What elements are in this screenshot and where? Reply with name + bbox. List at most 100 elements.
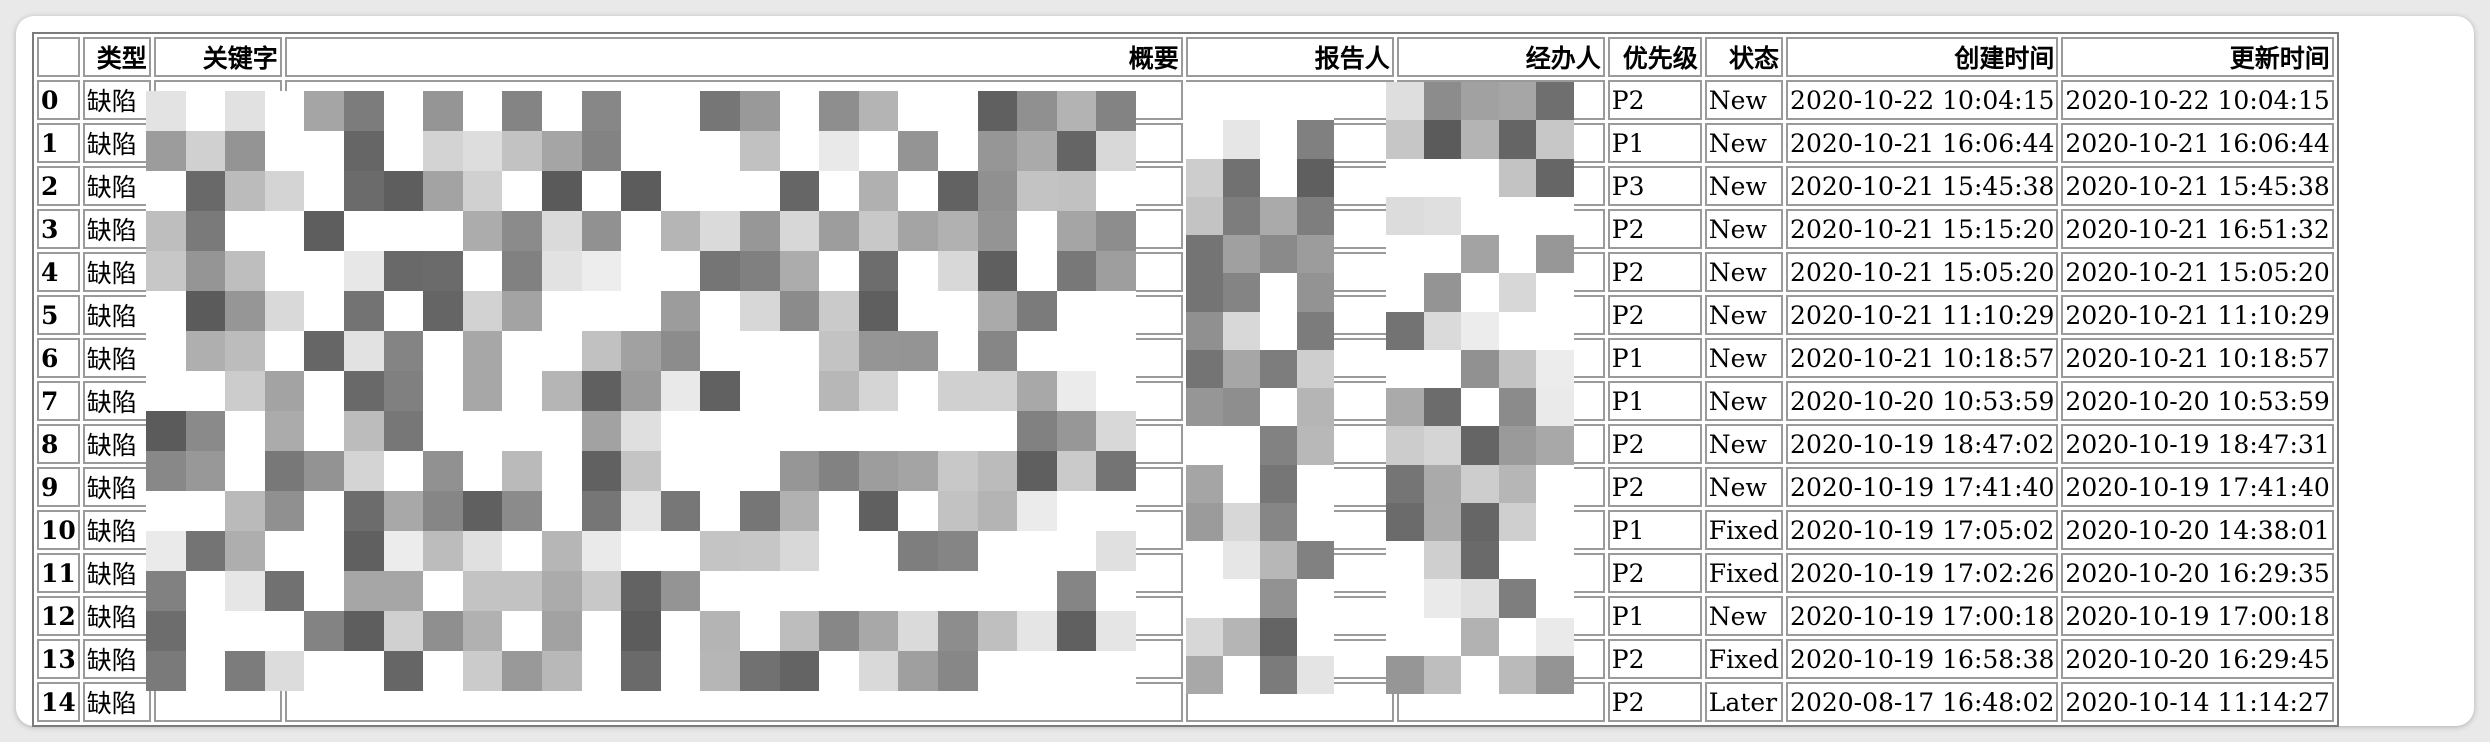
row-key-redacted [153, 295, 282, 335]
row-status: New [1704, 467, 1784, 507]
row-index: 7 [37, 381, 80, 421]
row-key-redacted [153, 209, 282, 249]
row-summary-redacted [284, 80, 1183, 120]
row-priority: P2 [1607, 553, 1702, 593]
row-status: New [1704, 166, 1784, 206]
table-header-row: 类型 关键字 概要 报告人 经办人 优先级 状态 创建时间 更新时间 [37, 37, 2334, 77]
row-updated: 2020-10-19 18:47:31 [2061, 424, 2334, 464]
row-status: New [1704, 596, 1784, 636]
table-row: 1 缺陷 P1 New 2020-10-21 16:06:44 2020-10-21 16… [37, 123, 2334, 163]
row-type: 缺陷 [82, 424, 151, 464]
row-created: 2020-10-21 15:05:20 [1786, 252, 2059, 292]
table-row: 13 缺陷 P2 Fixed 2020-10-19 16:58:38 2020-10-20… [37, 639, 2334, 679]
row-priority: P1 [1607, 338, 1702, 378]
row-priority: P2 [1607, 295, 1702, 335]
table-row: 10 缺陷 P1 Fixed 2020-10-19 17:05:02 2020-10-20… [37, 510, 2334, 550]
row-index: 10 [37, 510, 80, 550]
row-index: 9 [37, 467, 80, 507]
row-assignee-redacted [1396, 123, 1605, 163]
row-created: 2020-10-19 17:05:02 [1786, 510, 2059, 550]
row-updated: 2020-10-21 11:10:29 [2061, 295, 2334, 335]
row-index: 11 [37, 553, 80, 593]
row-updated: 2020-10-21 15:45:38 [2061, 166, 2334, 206]
row-summary-redacted [284, 381, 1183, 421]
row-reporter-redacted [1185, 80, 1394, 120]
row-priority: P3 [1607, 166, 1702, 206]
row-created: 2020-10-19 17:02:26 [1786, 553, 2059, 593]
row-summary-redacted [284, 295, 1183, 335]
table-row: 3 缺陷 P2 New 2020-10-21 15:15:20 2020-10-21 16… [37, 209, 2334, 249]
row-reporter-redacted [1185, 252, 1394, 292]
row-key-redacted [153, 510, 282, 550]
row-key-redacted [153, 424, 282, 464]
row-assignee-redacted [1396, 338, 1605, 378]
row-priority: P1 [1607, 510, 1702, 550]
row-status: New [1704, 381, 1784, 421]
row-updated: 2020-10-22 10:04:15 [2061, 80, 2334, 120]
row-summary-redacted [284, 123, 1183, 163]
table-row: 8 缺陷 P2 New 2020-10-19 18:47:02 2020-10-19 18… [37, 424, 2334, 464]
row-index: 5 [37, 295, 80, 335]
row-reporter-redacted [1185, 338, 1394, 378]
row-created: 2020-10-19 17:00:18 [1786, 596, 2059, 636]
row-reporter-redacted [1185, 295, 1394, 335]
row-created: 2020-08-17 16:48:02 [1786, 682, 2059, 722]
row-updated: 2020-10-21 10:18:57 [2061, 338, 2334, 378]
row-priority: P2 [1607, 424, 1702, 464]
row-index: 14 [37, 682, 80, 722]
header-key: 关键字 [153, 37, 282, 77]
row-index: 1 [37, 123, 80, 163]
row-status: New [1704, 252, 1784, 292]
row-index: 8 [37, 424, 80, 464]
row-status: Fixed [1704, 510, 1784, 550]
row-summary-redacted [284, 467, 1183, 507]
row-reporter-redacted [1185, 553, 1394, 593]
row-reporter-redacted [1185, 209, 1394, 249]
row-priority: P2 [1607, 252, 1702, 292]
table-row: 14 缺陷 P2 Later 2020-08-17 16:48:02 2020-10-14… [37, 682, 2334, 722]
header-reporter: 报告人 [1185, 37, 1394, 77]
row-index: 4 [37, 252, 80, 292]
row-summary-redacted [284, 553, 1183, 593]
table-row: 11 缺陷 P2 Fixed 2020-10-19 17:02:26 2020-10-20… [37, 553, 2334, 593]
row-type: 缺陷 [82, 80, 151, 120]
row-key-redacted [153, 338, 282, 378]
row-assignee-redacted [1396, 80, 1605, 120]
row-reporter-redacted [1185, 123, 1394, 163]
row-type: 缺陷 [82, 295, 151, 335]
table-row: 5 缺陷 P2 New 2020-10-21 11:10:29 2020-10-21 11… [37, 295, 2334, 335]
row-status: New [1704, 424, 1784, 464]
row-updated: 2020-10-20 16:29:45 [2061, 639, 2334, 679]
table-row: 12 缺陷 P1 New 2020-10-19 17:00:18 2020-10-19 1… [37, 596, 2334, 636]
issues-table: 类型 关键字 概要 报告人 经办人 优先级 状态 创建时间 更新时间 0 缺陷 P2… [32, 32, 2339, 727]
row-updated: 2020-10-19 17:41:40 [2061, 467, 2334, 507]
table-row: 2 缺陷 P3 New 2020-10-21 15:45:38 2020-10-21 15… [37, 166, 2334, 206]
row-priority: P2 [1607, 682, 1702, 722]
row-type: 缺陷 [82, 510, 151, 550]
row-key-redacted [153, 252, 282, 292]
header-created: 创建时间 [1786, 37, 2059, 77]
row-priority: P2 [1607, 80, 1702, 120]
row-status: New [1704, 123, 1784, 163]
row-assignee-redacted [1396, 381, 1605, 421]
row-updated: 2020-10-19 17:00:18 [2061, 596, 2334, 636]
row-created: 2020-10-22 10:04:15 [1786, 80, 2059, 120]
row-assignee-redacted [1396, 295, 1605, 335]
row-status: New [1704, 338, 1784, 378]
row-created: 2020-10-19 18:47:02 [1786, 424, 2059, 464]
row-status: New [1704, 295, 1784, 335]
row-type: 缺陷 [82, 596, 151, 636]
row-updated: 2020-10-21 15:05:20 [2061, 252, 2334, 292]
row-created: 2020-10-21 15:15:20 [1786, 209, 2059, 249]
header-type: 类型 [82, 37, 151, 77]
row-updated: 2020-10-14 11:14:27 [2061, 682, 2334, 722]
row-status: New [1704, 209, 1784, 249]
row-created: 2020-10-21 15:45:38 [1786, 166, 2059, 206]
row-key-redacted [153, 80, 282, 120]
row-summary-redacted [284, 682, 1183, 722]
row-reporter-redacted [1185, 424, 1394, 464]
row-key-redacted [153, 682, 282, 722]
row-reporter-redacted [1185, 682, 1394, 722]
row-index: 13 [37, 639, 80, 679]
row-key-redacted [153, 639, 282, 679]
